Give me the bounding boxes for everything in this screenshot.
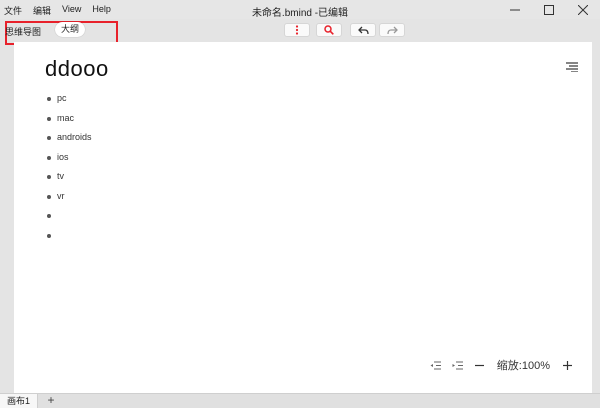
bullet-icon <box>47 97 51 101</box>
app-window: 文件 编辑 View Help 未命名.bmind -已编辑 思维导图 大纲 d… <box>0 0 600 408</box>
outline-canvas[interactable]: ddooo pc mac androids ios tv vr 缩放:100% <box>14 42 592 393</box>
redo-button[interactable] <box>379 23 405 37</box>
window-controls <box>498 0 600 19</box>
plus-icon <box>562 360 572 370</box>
toolbar: 思维导图 大纲 <box>0 19 600 45</box>
more-button[interactable] <box>284 23 310 37</box>
zoom-in-button[interactable] <box>556 358 578 372</box>
menu-file[interactable]: 文件 <box>4 4 22 17</box>
outdent-button[interactable] <box>425 358 447 372</box>
minus-icon <box>475 364 485 366</box>
redo-icon <box>386 26 398 34</box>
document-title[interactable]: ddooo <box>45 56 109 82</box>
maximize-button[interactable] <box>532 0 566 19</box>
zoom-toolbar: 缩放:100% <box>425 357 578 373</box>
bullet-icon <box>47 136 51 140</box>
bullet-icon <box>47 214 51 218</box>
title-bar: 文件 编辑 View Help 未命名.bmind -已编辑 <box>0 0 600 19</box>
bullet-icon <box>47 175 51 179</box>
indent-icon <box>452 361 464 369</box>
minimize-icon <box>510 9 520 10</box>
maximize-icon <box>544 4 554 15</box>
undo-button[interactable] <box>350 23 376 37</box>
bullet-icon <box>47 194 51 199</box>
bullet-icon <box>47 155 51 160</box>
menu-bar: 文件 编辑 View Help <box>4 4 111 17</box>
outline-view-button[interactable]: 大纲 <box>55 22 85 37</box>
mindmap-view-button[interactable]: 思维导图 <box>5 25 41 38</box>
search-button[interactable] <box>316 23 342 37</box>
minimize-button[interactable] <box>498 0 532 19</box>
menu-edit[interactable]: 编辑 <box>33 4 51 17</box>
bullet-icon <box>47 233 51 238</box>
add-sheet-button[interactable]: + <box>44 393 58 407</box>
zoom-out-button[interactable] <box>469 358 491 372</box>
outdent-icon <box>430 361 442 369</box>
indent-button[interactable] <box>447 358 469 372</box>
close-icon <box>578 4 588 15</box>
close-button[interactable] <box>566 0 600 19</box>
sheet-tab-bar: 画布1 + <box>0 393 600 408</box>
menu-help[interactable]: Help <box>92 4 111 17</box>
outline-menu-button[interactable] <box>566 59 578 77</box>
undo-icon <box>357 26 369 34</box>
bullet-icon <box>47 116 51 121</box>
align-right-icon <box>566 62 578 73</box>
more-vertical-icon <box>295 25 299 35</box>
search-icon <box>324 25 334 35</box>
sheet-tab[interactable]: 画布1 <box>0 394 38 408</box>
zoom-level: 缩放:100% <box>496 360 550 372</box>
menu-view[interactable]: View <box>62 4 81 17</box>
